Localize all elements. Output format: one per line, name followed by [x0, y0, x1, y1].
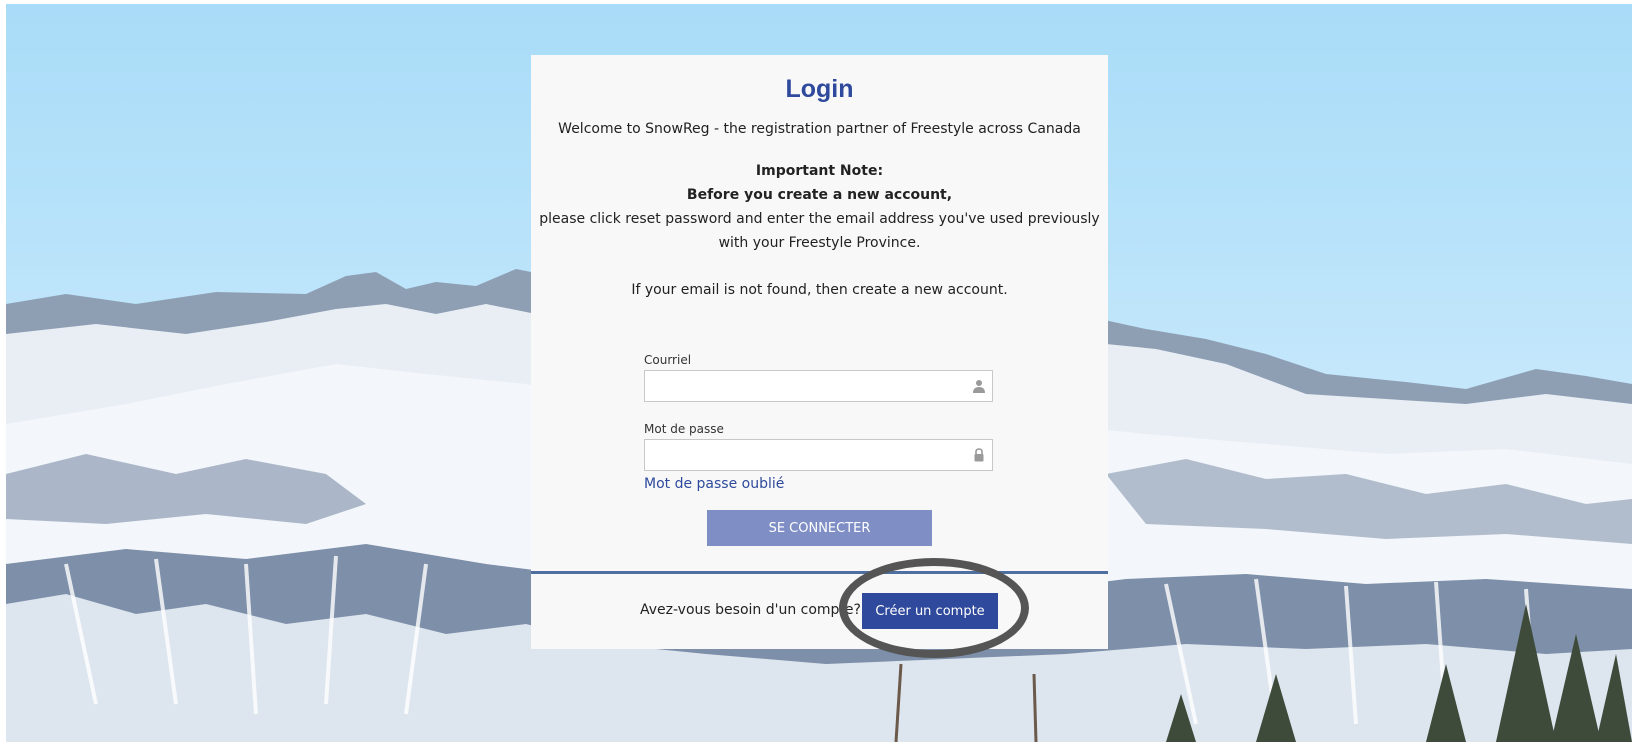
email-field[interactable]	[645, 371, 992, 401]
note-line-2: with your Freestyle Province.	[718, 235, 921, 251]
note-line-3: If your email is not found, then create …	[631, 282, 1008, 298]
lock-icon	[974, 448, 984, 462]
account-question: Avez-vous besoin d'un compte?	[640, 602, 861, 618]
welcome-text: Welcome to SnowReg - the registration pa…	[558, 121, 1081, 137]
note-line-1: please click reset password and enter th…	[539, 211, 1100, 227]
note-bold-text: Before you create a new account,	[686, 187, 953, 203]
note-heading: Important Note:	[755, 163, 884, 179]
user-icon	[973, 380, 985, 393]
password-field-wrapper	[644, 439, 993, 471]
password-label: Mot de passe	[644, 422, 724, 436]
email-label: Courriel	[644, 353, 692, 367]
create-account-button[interactable]: Créer un compte	[862, 593, 998, 629]
login-card: Login Welcome to SnowReg - the registrat…	[531, 55, 1108, 649]
login-button[interactable]: SE CONNECTER	[707, 510, 932, 546]
divider	[531, 571, 1108, 574]
email-field-wrapper	[644, 370, 993, 402]
page-title: Login	[785, 75, 854, 103]
forgot-password-link[interactable]: Mot de passe oublié	[644, 476, 784, 492]
password-field[interactable]	[645, 440, 992, 470]
